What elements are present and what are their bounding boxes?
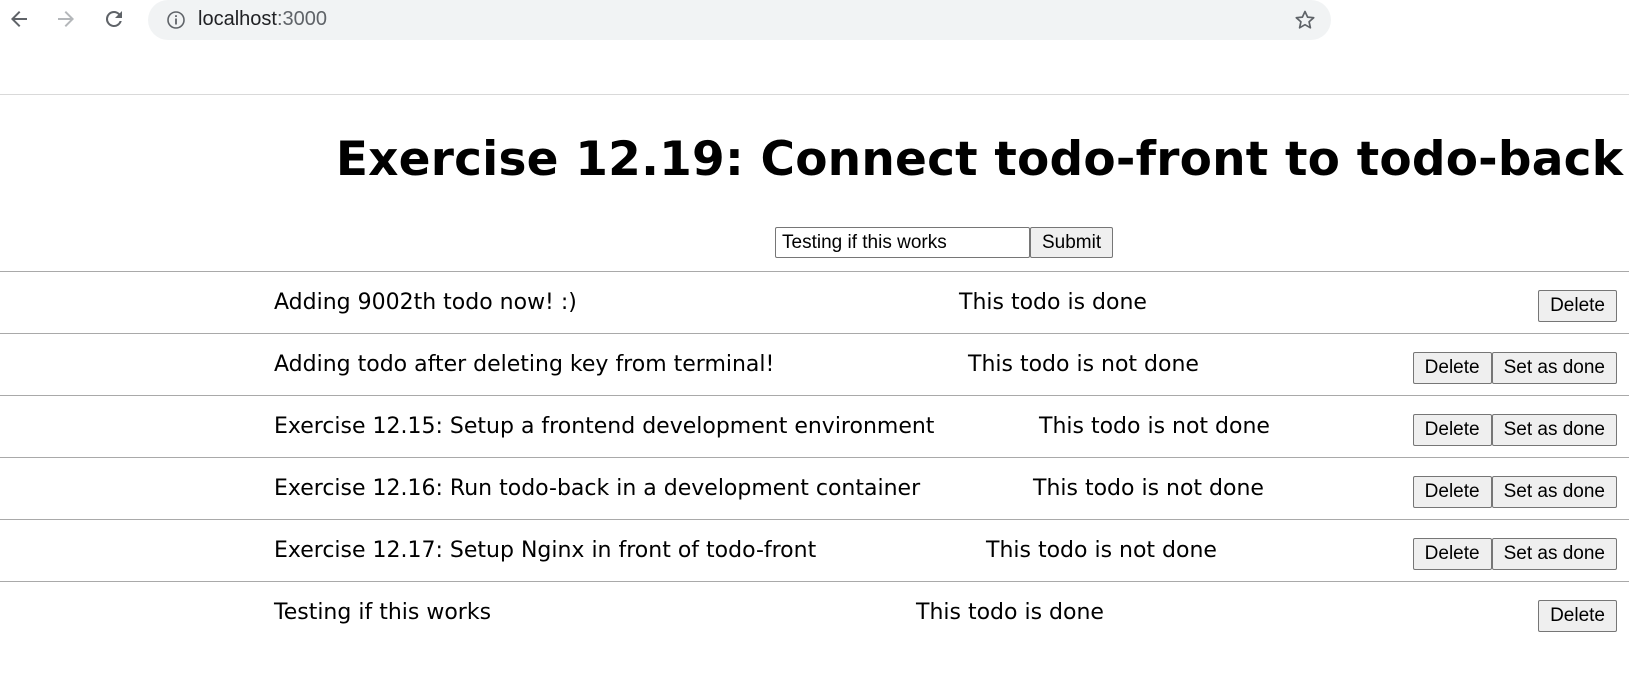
todo-actions: Delete Set as done [1412,414,1617,446]
set-as-done-button[interactable]: Set as done [1491,476,1617,508]
todo-text: Exercise 12.15: Setup a frontend develop… [274,414,935,439]
todo-text: Testing if this works [274,600,492,625]
todo-actions: Delete [1538,290,1617,322]
url-text[interactable]: localhost:3000 [198,7,327,31]
set-as-done-button[interactable]: Set as done [1491,538,1617,570]
star-icon[interactable] [1293,8,1317,32]
todo-text: Exercise 12.17: Setup Nginx in front of … [274,538,817,563]
todo-text: Exercise 12.16: Run todo-back in a devel… [274,476,921,501]
submit-button[interactable]: Submit [1030,227,1114,258]
url-host: localhost [198,8,277,30]
todo-status: This todo is not done [1039,414,1270,439]
todo-status: This todo is done [916,600,1104,625]
todo-status: This todo is not done [1033,476,1264,501]
todo-row: Testing if this works This todo is done … [0,581,1629,643]
forward-arrow-icon [58,11,74,27]
todo-row: Exercise 12.16: Run todo-back in a devel… [0,457,1629,519]
new-todo-form: Submit [775,227,1114,259]
todo-actions: Delete Set as done [1412,476,1617,508]
set-as-done-button[interactable]: Set as done [1491,352,1617,384]
todo-row: Exercise 12.17: Setup Nginx in front of … [0,519,1629,581]
todo-row: Exercise 12.15: Setup a frontend develop… [0,395,1629,457]
set-as-done-button[interactable]: Set as done [1491,414,1617,446]
todo-text: Adding 9002th todo now! :) [274,290,577,315]
todo-status: This todo is done [959,290,1147,315]
todo-text: Adding todo after deleting key from term… [274,352,775,377]
delete-button[interactable]: Delete [1412,414,1492,446]
delete-button[interactable]: Delete [1538,600,1617,632]
back-arrow-icon [11,11,27,27]
delete-button[interactable]: Delete [1412,476,1492,508]
todo-actions: Delete [1538,600,1617,632]
todo-list: Adding 9002th todo now! :) This todo is … [0,271,1629,643]
info-icon[interactable] [166,10,186,30]
todo-row: Adding 9002th todo now! :) This todo is … [0,271,1629,333]
delete-button[interactable]: Delete [1412,352,1492,384]
todo-actions: Delete Set as done [1412,538,1617,570]
back-button[interactable] [4,4,34,34]
page-title: Exercise 12.19: Connect todo-front to to… [335,132,1624,187]
delete-button[interactable]: Delete [1538,290,1617,322]
reload-button[interactable] [99,4,129,34]
reload-icon [105,10,122,27]
delete-button[interactable]: Delete [1412,538,1492,570]
todo-row: Adding todo after deleting key from term… [0,333,1629,395]
todo-actions: Delete Set as done [1412,352,1617,384]
todo-status: This todo is not done [968,352,1199,377]
forward-button[interactable] [51,4,81,34]
address-bar[interactable]: localhost:3000 [148,0,1331,40]
todo-status: This todo is not done [986,538,1217,563]
new-todo-input[interactable] [775,227,1030,258]
url-port: :3000 [276,8,327,30]
page-divider [0,94,1629,95]
browser-toolbar: localhost:3000 [0,0,1629,40]
